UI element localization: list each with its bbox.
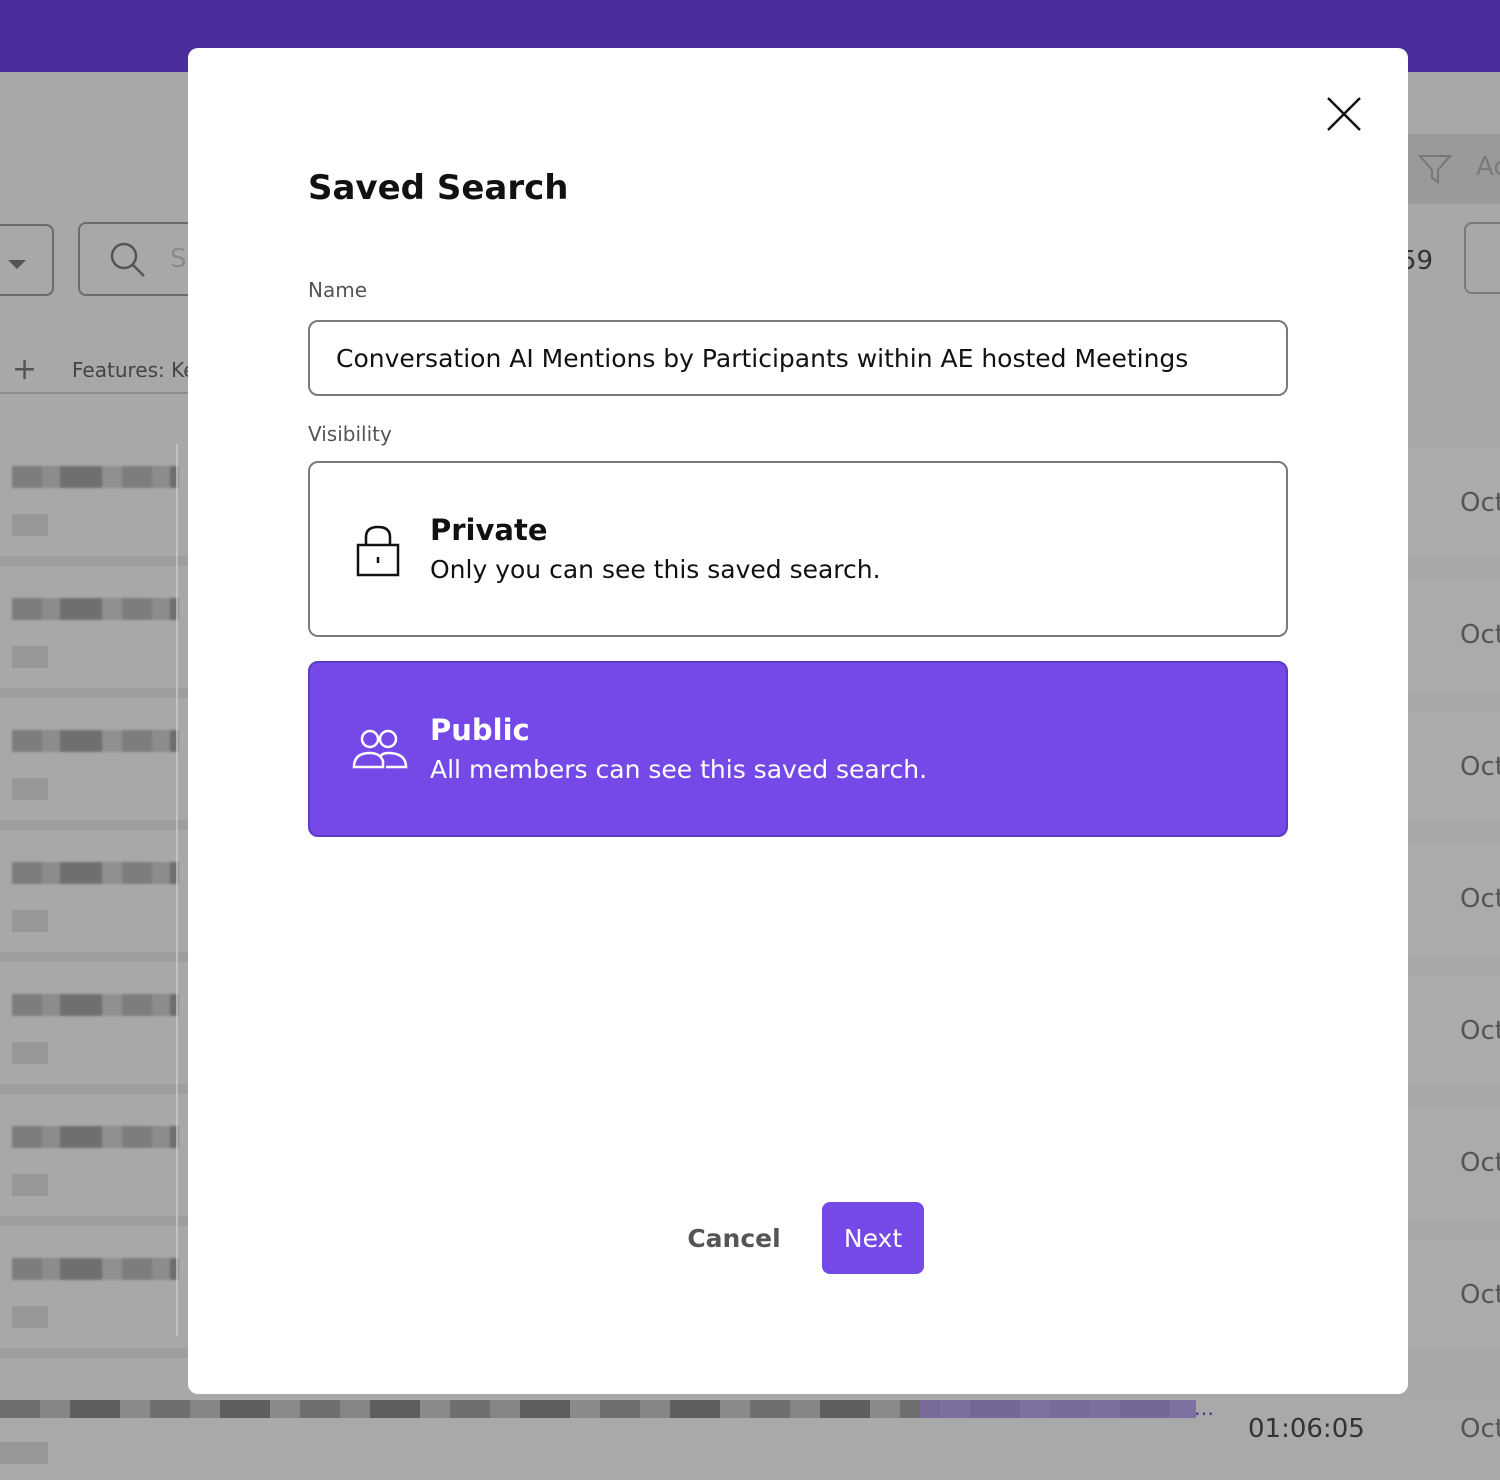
bg-bottom-row: … 01:06:05 Oct (0, 1396, 1500, 1480)
bg-features-bar: + Features: Ke (0, 346, 200, 394)
bg-list-row (0, 710, 188, 830)
visibility-option-description: Only you can see this saved search. (430, 555, 881, 584)
bg-date-label: Oct (1460, 752, 1500, 782)
ellipsis-icon: … (1194, 1396, 1214, 1420)
visibility-option-title: Private (430, 513, 548, 547)
bg-duration: 01:06:05 (1248, 1414, 1365, 1444)
search-icon (110, 242, 145, 277)
bg-list-row (0, 1106, 188, 1226)
bg-date-label: Oct (1460, 620, 1500, 650)
bg-list-row (0, 1238, 188, 1358)
modal-title: Saved Search (308, 168, 569, 208)
name-input[interactable] (308, 320, 1288, 396)
bg-features-label: Features: Ke (72, 358, 196, 382)
bg-right-header: Ac (1408, 134, 1500, 204)
bg-date-label: Oct (1460, 1280, 1500, 1310)
visibility-option-title: Public (430, 713, 530, 747)
plus-icon: + (12, 352, 38, 387)
bg-divider (176, 444, 178, 1336)
visibility-option-public[interactable]: Public All members can see this saved se… (308, 661, 1288, 837)
users-icon (352, 729, 408, 769)
bg-list-row (0, 974, 188, 1094)
bg-date-label: Oct (1460, 1414, 1500, 1444)
visibility-option-private[interactable]: Private Only you can see this saved sear… (308, 461, 1288, 637)
bg-dropdown (0, 224, 54, 296)
bg-right-box (1464, 222, 1500, 294)
bg-list-row (0, 842, 188, 962)
cancel-button[interactable]: Cancel (678, 1202, 790, 1274)
bg-date-label: Oct (1460, 1148, 1500, 1178)
lock-icon (356, 525, 400, 577)
saved-search-modal: Saved Search Name Visibility Private Onl… (188, 48, 1408, 1394)
bg-right-header-text: Ac (1476, 152, 1500, 182)
name-label: Name (308, 278, 368, 302)
bg-list-row (0, 446, 188, 566)
chevron-down-icon (8, 260, 26, 269)
visibility-option-description: All members can see this saved search. (430, 755, 928, 784)
close-icon (1327, 97, 1361, 131)
close-button[interactable] (1318, 88, 1370, 140)
visibility-label: Visibility (308, 422, 392, 446)
bg-date-label: Oct (1460, 884, 1500, 914)
filter-icon (1418, 155, 1452, 184)
bg-date-label: Oct (1460, 1016, 1500, 1046)
bg-date-label: Oct (1460, 488, 1500, 518)
next-button[interactable]: Next (822, 1202, 924, 1274)
bg-list-row (0, 578, 188, 698)
